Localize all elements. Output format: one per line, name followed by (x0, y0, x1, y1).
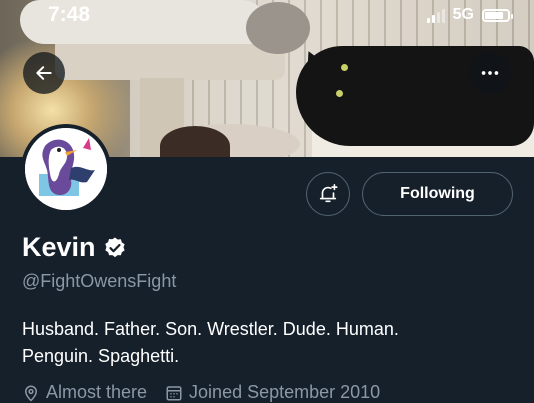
back-button[interactable] (23, 52, 65, 94)
avatar-penguin-image (25, 128, 107, 210)
banner-black-cat-eye (341, 64, 348, 71)
avatar[interactable] (25, 128, 107, 210)
banner-white-cat-head (246, 2, 310, 54)
banner-black-cat-eye (336, 90, 343, 97)
following-button[interactable]: Following (362, 172, 513, 216)
arrow-left-icon (36, 66, 52, 80)
bell-plus-icon (319, 184, 338, 203)
calendar-icon (166, 385, 182, 400)
status-indicators: 5G (426, 6, 513, 24)
network-type: 5G (452, 6, 474, 23)
cellular-signal-icon (426, 7, 445, 23)
display-name: Kevin (22, 232, 96, 262)
name-row: Kevin (22, 232, 127, 263)
notifications-button[interactable] (306, 172, 350, 216)
location-pin-icon (24, 385, 38, 402)
status-time: 7:48 (48, 3, 91, 26)
battery-icon (482, 8, 513, 22)
verified-badge-icon[interactable] (103, 236, 127, 260)
more-options-button[interactable] (469, 52, 511, 94)
more-horizontal-icon (481, 71, 499, 75)
avatar-frame[interactable] (21, 124, 111, 214)
bio: Husband. Father. Son. Wrestler. Dude. Hu… (22, 319, 399, 366)
battery-level (485, 11, 504, 19)
handle: @FightOwensFight (22, 271, 177, 291)
